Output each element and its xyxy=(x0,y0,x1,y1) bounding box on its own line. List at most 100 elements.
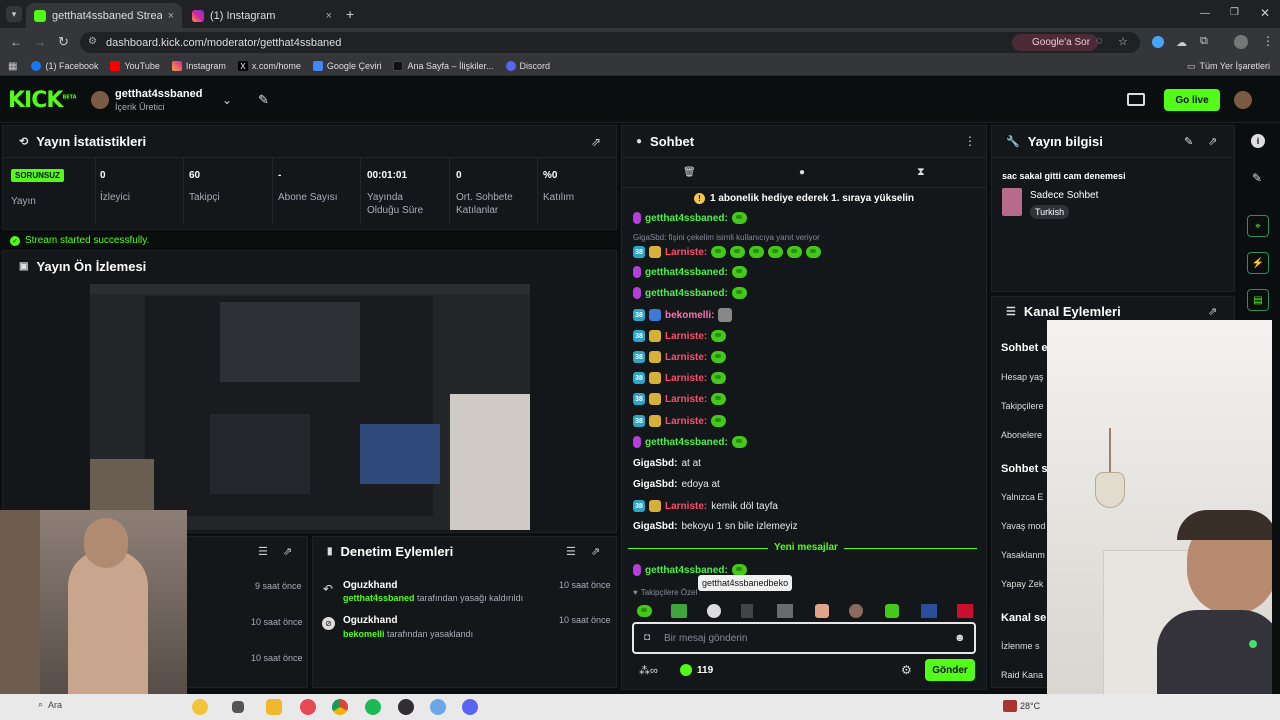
chat-username[interactable]: getthat4ssbaned: xyxy=(645,437,728,448)
trash-icon[interactable]: 🗑 xyxy=(683,167,696,178)
tab-instagram[interactable]: (1) Instagram × xyxy=(184,3,340,28)
chat-username[interactable]: GigaSbd: xyxy=(633,479,677,490)
site-info-icon[interactable]: ⚙ xyxy=(88,36,97,47)
popout-icon[interactable]: ⇗ xyxy=(591,545,600,558)
chat-username[interactable]: Larniste: xyxy=(665,373,707,384)
setting-row[interactable]: Yalnızca E xyxy=(1001,492,1043,502)
emote-icon[interactable] xyxy=(777,604,793,618)
chat-username[interactable]: GigaSbd: xyxy=(633,521,677,532)
chat-message[interactable]: 38 Larniste: xyxy=(633,246,822,258)
lightning-icon[interactable]: ⚡ xyxy=(1247,252,1269,274)
chat-message[interactable]: 38 Larniste: xyxy=(633,415,727,427)
file-explorer-icon[interactable] xyxy=(266,699,282,715)
all-bookmarks[interactable]: ▭ Tüm Yer İşaretleri xyxy=(1187,61,1270,72)
chat-username[interactable]: Larniste: xyxy=(665,247,707,258)
tab-close-icon[interactable]: × xyxy=(168,10,174,22)
chat-username[interactable]: Larniste: xyxy=(665,352,707,363)
tab-search-icon[interactable]: ▾ xyxy=(6,6,22,22)
user-avatar[interactable] xyxy=(1234,91,1252,109)
apps-grid-icon[interactable]: ▦ xyxy=(8,61,17,72)
mod-action-user[interactable]: Oguzkhand xyxy=(343,580,397,591)
bookmark-youtube[interactable]: YouTube xyxy=(110,61,160,71)
chat-message[interactable]: 38 Larniste: xyxy=(633,351,727,363)
chat-menu-icon[interactable]: ⋮ xyxy=(964,134,976,148)
bookmark-star-icon[interactable]: ☆ xyxy=(1118,35,1128,48)
pencil-icon[interactable]: ✎ xyxy=(1252,171,1262,185)
hide-eye-icon[interactable]: ◌ xyxy=(1096,35,1103,47)
extension-icon[interactable] xyxy=(1152,36,1164,48)
chat-username[interactable]: Larniste: xyxy=(665,331,707,342)
minimize-icon[interactable]: — xyxy=(1200,8,1210,19)
bookmark-instagram[interactable]: Instagram xyxy=(171,61,226,71)
chat-users-icon[interactable]: ⁂∞ xyxy=(639,664,658,677)
pin-icon[interactable]: ✎ xyxy=(258,92,269,108)
chat-message[interactable]: getthat4ssbaned: xyxy=(633,436,747,448)
obs-icon[interactable] xyxy=(398,699,414,715)
go-live-button[interactable]: Go live xyxy=(1164,89,1220,111)
app-icon[interactable] xyxy=(300,699,316,715)
mod-action-user[interactable]: Oguzkhand xyxy=(343,615,397,626)
chat-message[interactable]: 38 Larniste: kemik döl tayfa xyxy=(633,500,778,512)
copilot-icon[interactable] xyxy=(192,699,208,715)
url-field[interactable]: ⚙ dashboard.kick.com/moderator/getthat4s… xyxy=(80,32,1140,53)
edit-pencil-icon[interactable]: ✎ xyxy=(1184,135,1193,148)
bookmark-translate[interactable]: Google Çeviri xyxy=(312,61,381,71)
settings-icon[interactable] xyxy=(430,699,446,715)
emote-icon[interactable] xyxy=(637,605,652,617)
gift-sub-banner[interactable]: ! 1 abonelik hediye ederek 1. sıraya yük… xyxy=(694,193,914,204)
chrome-icon[interactable] xyxy=(332,699,348,715)
hourglass-icon[interactable]: ⧗ xyxy=(917,166,925,179)
channel-switch-chevron-down-icon[interactable]: ⌄ xyxy=(222,93,232,107)
chat-username[interactable]: GigaSbd: xyxy=(633,458,677,469)
reload-icon[interactable]: ↻ xyxy=(58,34,69,50)
popout-icon[interactable]: ⇗ xyxy=(591,135,601,149)
popout-icon[interactable]: ⇗ xyxy=(283,545,292,558)
emote-icon[interactable] xyxy=(741,604,753,618)
chat-message[interactable]: getthat4ssbaned: xyxy=(633,287,747,299)
bookmark-relations[interactable]: Ana Sayfa – İlişkiler... xyxy=(393,61,494,71)
setting-row[interactable]: Raid Kana xyxy=(1001,670,1043,680)
browser-menu-icon[interactable]: ⋮ xyxy=(1262,34,1274,48)
stream-preview-video[interactable] xyxy=(90,284,530,530)
chat-message[interactable]: GigaSbd: bekoyu 1 sn bile izlemeyiz xyxy=(633,521,798,532)
setting-row[interactable]: Yasaklanm xyxy=(1001,550,1045,560)
chat-username[interactable]: Larniste: xyxy=(665,394,707,405)
bookmark-x[interactable]: Xx.com/home xyxy=(237,61,301,71)
extensions-puzzle-icon[interactable]: ⧉ xyxy=(1200,35,1208,48)
setting-row[interactable]: Takipçilere xyxy=(1001,401,1044,411)
new-tab-button[interactable]: + xyxy=(346,6,354,22)
bookmark-discord[interactable]: Discord xyxy=(505,61,550,71)
setting-row[interactable]: Abonelere xyxy=(1001,430,1042,440)
chat-message[interactable]: GigaSbd: edoya at xyxy=(633,479,720,490)
document-icon[interactable]: ▤ xyxy=(1247,289,1269,311)
channel-points[interactable]: 119 xyxy=(680,664,713,676)
google-lens-button[interactable]: Google'a Sor xyxy=(1012,34,1099,51)
emoji-picker-icon[interactable]: ☻ xyxy=(954,632,966,644)
popout-icon[interactable]: ⇗ xyxy=(1208,305,1217,318)
send-button[interactable]: Gönder xyxy=(925,659,975,681)
forward-icon[interactable]: → xyxy=(34,35,46,49)
emote-icon[interactable] xyxy=(815,604,829,618)
chat-message[interactable]: 38 Larniste: xyxy=(633,393,727,405)
chat-message[interactable]: 38 bekomelli: xyxy=(633,308,733,322)
emote-icon[interactable] xyxy=(707,604,721,618)
filter-icon[interactable]: ☰ xyxy=(258,545,268,558)
chat-message[interactable]: 38 Larniste: xyxy=(633,372,727,384)
chat-username[interactable]: Larniste: xyxy=(665,416,707,427)
denmark-flag-emote-icon[interactable] xyxy=(957,604,973,618)
chat-settings-bubble-icon[interactable]: ● xyxy=(799,167,805,178)
channel-avatar[interactable] xyxy=(91,91,109,109)
iceland-flag-emote-icon[interactable] xyxy=(921,604,937,618)
tab-kick[interactable]: getthat4ssbaned Stream - Kick × xyxy=(26,3,182,28)
chat-username[interactable]: getthat4ssbaned: xyxy=(645,288,728,299)
emote-icon[interactable] xyxy=(849,604,863,618)
bookmark-facebook[interactable]: (1) Facebook xyxy=(31,61,98,71)
setting-row[interactable]: İzlenme s xyxy=(1001,641,1040,651)
discord-taskbar-icon[interactable] xyxy=(462,699,478,715)
chat-mode-icon[interactable]: ◘ xyxy=(644,632,650,643)
chat-settings-gear-icon[interactable]: ⚙ xyxy=(901,663,912,677)
popout-icon[interactable]: ⇗ xyxy=(1208,135,1217,148)
chat-message[interactable]: getthat4ssbaned: xyxy=(633,266,747,278)
setting-row[interactable]: Hesap yaş xyxy=(1001,372,1044,382)
theatre-mode-icon[interactable] xyxy=(1127,93,1145,106)
